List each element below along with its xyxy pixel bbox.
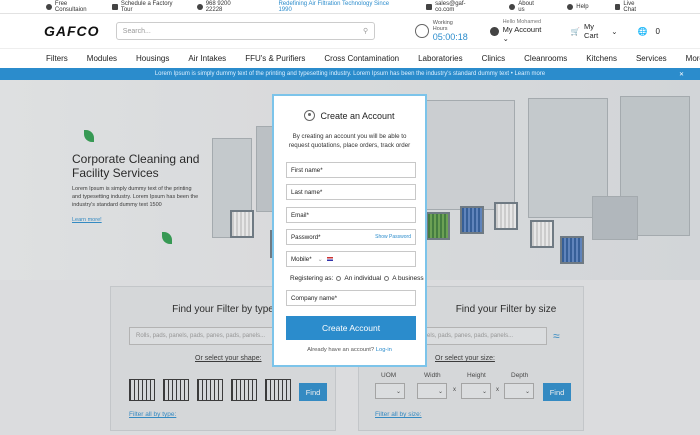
user-icon	[490, 26, 499, 36]
nav-item-clinics[interactable]: Clinics	[482, 54, 506, 63]
free-consultation-link[interactable]: Free Consultaion	[46, 1, 100, 13]
chevron-down-icon: ⌄	[502, 34, 509, 43]
registering-as: Registering as: An individual A business	[290, 275, 424, 282]
login-prompt: Already have an account? Log-in	[307, 347, 392, 353]
first-name-field[interactable]: First name*	[286, 162, 416, 178]
about-link[interactable]: About us	[509, 1, 541, 13]
nav-item-cleanrooms[interactable]: Cleanrooms	[524, 54, 567, 63]
phone-link[interactable]: 968 9200 22228	[196, 1, 249, 13]
company-name-field[interactable]: Company name*	[286, 290, 416, 306]
create-account-modal: Create an Account By creating an account…	[272, 94, 427, 367]
nav-item-housings[interactable]: Housings	[136, 54, 169, 63]
account-menu[interactable]: Hello Mohamed My Account ⌄	[490, 19, 547, 43]
business-radio[interactable]	[384, 276, 390, 281]
cart-icon: 🛒	[570, 26, 581, 36]
show-password-button[interactable]: Show Password	[375, 234, 411, 240]
announcement-banner: Lorem Ipsum is simply dummy text of the …	[0, 68, 700, 80]
password-field[interactable]: Password* Show Password	[286, 229, 416, 245]
logo[interactable]: GAFCO	[44, 23, 110, 39]
nav-item-filters[interactable]: Filters	[46, 54, 68, 63]
login-link[interactable]: Log-in	[376, 347, 392, 353]
modal-description: By creating an account you will be able …	[288, 133, 411, 149]
nav-item-modules[interactable]: Modules	[87, 54, 117, 63]
cart-button[interactable]: 🛒 My Cart ⌄	[571, 22, 618, 40]
nav-item-ffu-s-purifiers[interactable]: FFU's & Purifiers	[245, 54, 305, 63]
site-header: GAFCO Search... ⚲ Working Hours 05:00:18…	[0, 14, 700, 48]
nav-item-services[interactable]: Services	[636, 54, 667, 63]
working-time: 05:00:18	[432, 32, 468, 42]
search-icon[interactable]: ⚲	[363, 27, 368, 35]
email-field[interactable]: Email*	[286, 207, 416, 223]
live-chat-link[interactable]: Live Chat	[614, 1, 648, 13]
cart-count-badge: 0	[655, 26, 660, 36]
chevron-down-icon[interactable]: ⌄	[318, 256, 323, 263]
chevron-down-icon: ⌄	[611, 26, 618, 36]
search-input[interactable]: Search... ⚲	[115, 22, 376, 40]
factory-tour-link[interactable]: Schedule a Factory Tour	[111, 1, 185, 13]
email-link[interactable]: sales@gaf-co.com	[426, 1, 483, 13]
user-icon	[304, 110, 316, 121]
nav-item-more[interactable]: More ...	[686, 54, 700, 63]
nav-item-cross-contamination[interactable]: Cross Contamination	[324, 54, 399, 63]
top-utility-bar: Free Consultaion Schedule a Factory Tour…	[0, 0, 700, 14]
clock-icon	[415, 24, 429, 38]
phone-icon	[196, 3, 203, 10]
globe-icon[interactable]: 🌐	[638, 27, 648, 36]
tagline: Redefining Air Filtration Technology Sin…	[278, 0, 390, 13]
main-nav: Filters Modules Housings Air Intakes FFU's &…	[0, 48, 700, 68]
modal-title: Create an Account	[320, 110, 395, 121]
mobile-field[interactable]: Mobile* ⌄	[286, 251, 416, 267]
flag-icon[interactable]	[326, 257, 333, 261]
individual-radio[interactable]	[336, 276, 342, 281]
last-name-field[interactable]: Last name*	[286, 184, 416, 200]
banner-text[interactable]: Lorem Ipsum is simply dummy text of the …	[155, 71, 545, 77]
help-link[interactable]: Help	[567, 3, 589, 10]
nav-item-kitchens[interactable]: Kitchens	[586, 54, 617, 63]
gear-icon	[46, 3, 52, 10]
mail-icon	[426, 3, 433, 10]
help-icon	[567, 3, 574, 10]
working-hours: Working Hours 05:00:18	[415, 20, 468, 42]
nav-item-laboratories[interactable]: Laboratories	[418, 54, 462, 63]
close-icon[interactable]: ✕	[679, 71, 684, 78]
calendar-icon	[111, 3, 118, 10]
info-icon	[509, 3, 516, 10]
nav-item-air-intakes[interactable]: Air Intakes	[188, 54, 226, 63]
chat-icon	[614, 3, 621, 10]
create-account-button[interactable]: Create Account	[286, 316, 416, 340]
